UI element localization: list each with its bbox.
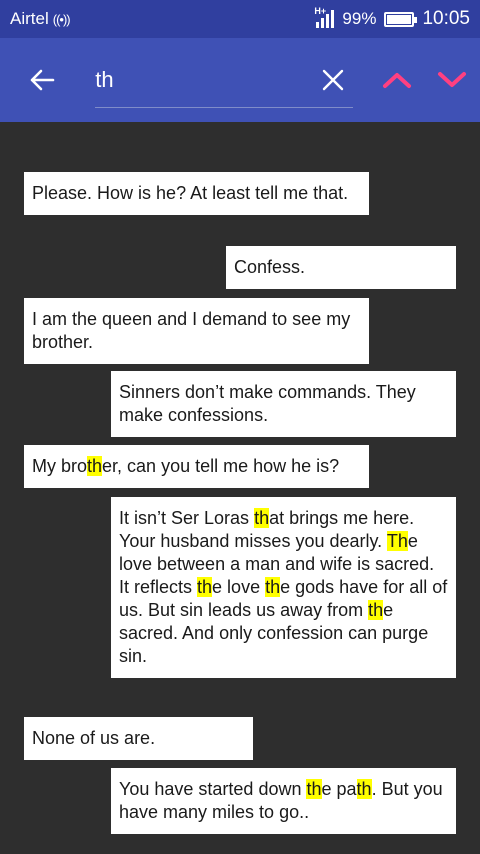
chevron-down-icon	[438, 72, 467, 87]
search-match-highlight: Th	[386, 531, 408, 551]
previous-match-button[interactable]	[369, 52, 425, 108]
message-bubble[interactable]: I am the queen and I demand to see my br…	[24, 298, 369, 364]
carrier-group: Airtel ((•))	[10, 9, 71, 29]
message-text: Please. How is he? At least tell me that…	[32, 183, 349, 203]
search-match-highlight: th	[254, 508, 270, 528]
search-match-highlight: th	[306, 779, 322, 799]
message-text: e pa	[321, 779, 357, 799]
network-type: H+	[314, 6, 327, 16]
message-text: You have started down	[119, 779, 307, 799]
message-text: Confess.	[234, 257, 306, 277]
search-box	[95, 52, 353, 108]
message-text: It isn’t Ser Loras	[119, 508, 255, 528]
chat-area: Please. How is he? At least tell me that…	[0, 122, 480, 854]
arrow-left-icon	[30, 69, 54, 91]
battery-percent: 99%	[342, 9, 377, 28]
search-match-highlight: th	[356, 779, 372, 799]
status-right: H+ 99% 10:05	[314, 6, 470, 30]
message-text: e love	[212, 577, 266, 597]
search-match-highlight: th	[265, 577, 281, 597]
message-bubble[interactable]: Confess.	[226, 246, 456, 289]
search-toolbar	[0, 38, 480, 122]
message-bubble[interactable]: Sinners don’t make commands. They make c…	[111, 371, 456, 437]
battery-fill	[387, 14, 412, 24]
search-match-highlight: th	[197, 577, 213, 597]
message-bubble[interactable]: None of us are.	[24, 717, 253, 760]
message-text: None of us are.	[32, 728, 156, 748]
carrier-name: Airtel	[10, 9, 49, 28]
message-text: Sinners don’t make commands. They make c…	[119, 382, 416, 425]
clear-search-button[interactable]	[317, 64, 349, 96]
message-bubble[interactable]: My brother, can you tell me how he is?	[24, 445, 369, 488]
message-bubble[interactable]: It isn’t Ser Loras that brings me here. …	[111, 497, 456, 678]
hotspot-icon: ((•))	[52, 11, 71, 27]
search-match-highlight: th	[87, 456, 103, 476]
message-text: I am the queen and I demand to see my br…	[32, 309, 351, 352]
signal-icon: H+	[314, 6, 335, 28]
clock: 10:05	[422, 8, 470, 29]
chevron-up-icon	[382, 73, 411, 88]
message-text: er, can you tell me how he is?	[102, 456, 340, 476]
message-text: My bro	[32, 456, 88, 476]
search-match-highlight: th	[368, 600, 384, 620]
next-match-button[interactable]	[425, 52, 480, 108]
message-bubble[interactable]: Please. How is he? At least tell me that…	[24, 172, 369, 215]
back-button[interactable]	[0, 38, 83, 122]
close-icon	[322, 69, 344, 91]
battery-icon	[384, 11, 418, 27]
search-input[interactable]	[95, 66, 296, 93]
message-bubble[interactable]: You have started down the path. But you …	[111, 768, 456, 834]
status-bar: Airtel ((•)) H+ 99% 10:05	[0, 0, 480, 38]
